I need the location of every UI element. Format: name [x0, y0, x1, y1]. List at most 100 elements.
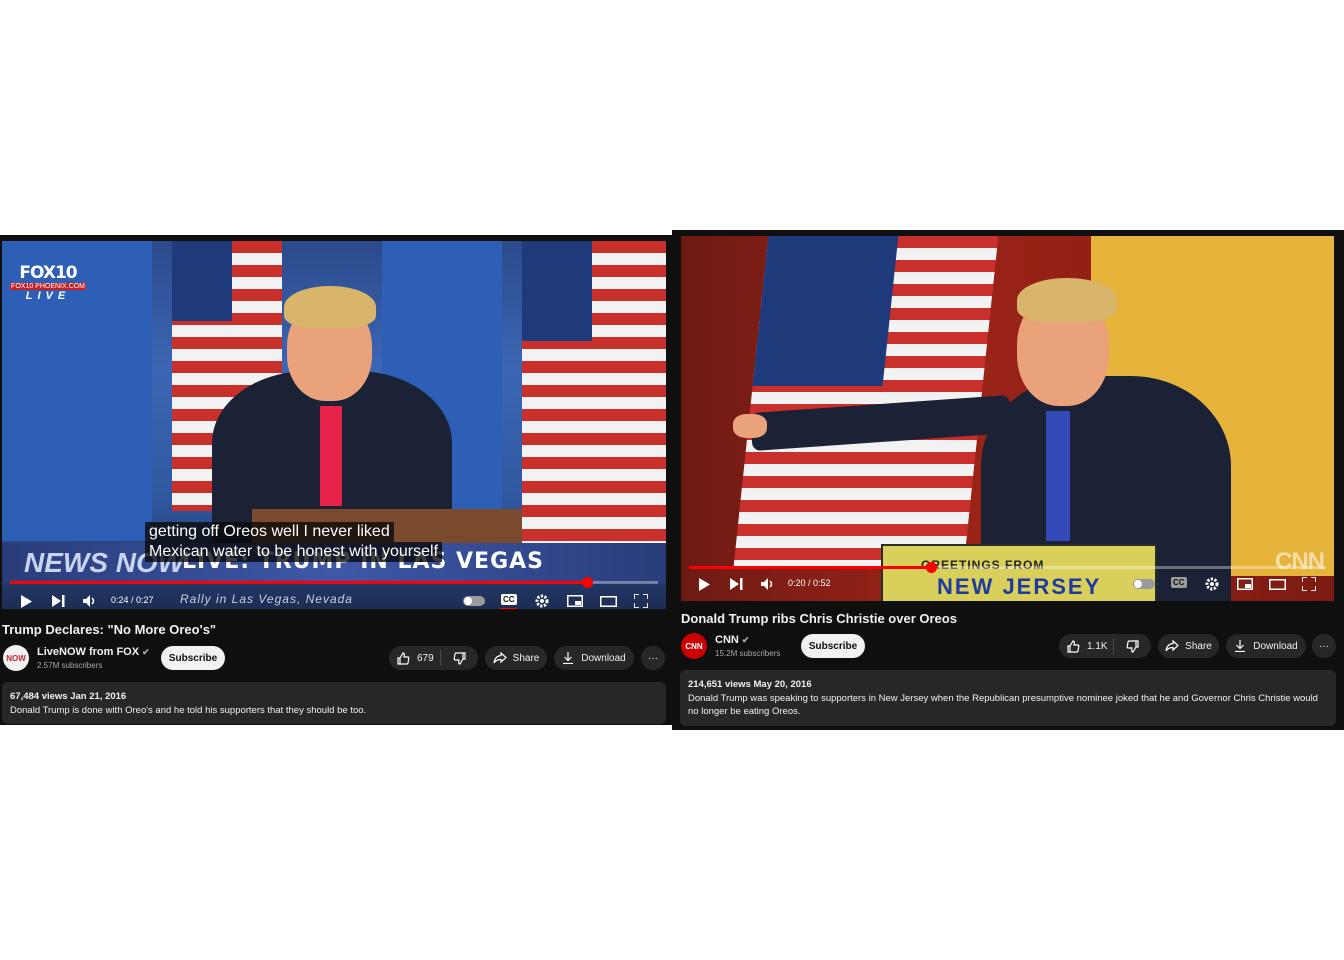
like-dislike-group: 1.1K: [1059, 634, 1151, 658]
station-logo-text: FOX10: [19, 263, 77, 283]
share-icon: [493, 652, 507, 664]
volume-button[interactable]: [758, 574, 778, 594]
channel-avatar[interactable]: NOW: [3, 645, 29, 671]
theater-mode-button[interactable]: [1267, 574, 1287, 594]
more-actions-button[interactable]: ···: [1312, 634, 1336, 658]
channel-name-text: LiveNOW from FOX: [37, 646, 140, 658]
video-player[interactable]: GREETINGS FROM NEW JERSEY CNN 0:20 / 0:5…: [681, 236, 1334, 601]
greetings-sign: GREETINGS FROM NEW JERSEY: [881, 544, 1157, 601]
download-icon: [563, 652, 574, 664]
channel-name-text: CNN: [715, 634, 739, 646]
gear-icon: [1205, 577, 1219, 591]
description-text: Donald Trump is done with Oreo's and he …: [10, 705, 367, 716]
progress-fill: [689, 566, 932, 569]
fullscreen-button[interactable]: [631, 591, 651, 609]
sign-main-text: NEW JERSEY: [937, 574, 1102, 599]
us-flag: [522, 241, 666, 551]
play-button[interactable]: [16, 591, 36, 609]
captions-button[interactable]: CC: [1171, 577, 1187, 588]
lower-third-subtitle: Rally in Las Vegas, Nevada: [180, 592, 353, 606]
like-button[interactable]: 1.1K: [1059, 639, 1113, 653]
subscribe-button[interactable]: Subscribe: [801, 634, 865, 658]
fullscreen-icon: [634, 594, 648, 608]
next-button[interactable]: [726, 574, 746, 594]
next-button[interactable]: [48, 591, 68, 609]
dislike-button[interactable]: [1114, 639, 1151, 653]
progress-bar[interactable]: [689, 562, 1326, 573]
sign-top-text: GREETINGS FROM: [921, 558, 1045, 572]
dislike-button[interactable]: [441, 651, 478, 665]
caption-line: Mexican water to be honest with yourself: [145, 542, 443, 562]
progress-scrubber[interactable]: [926, 562, 938, 573]
live-label: LIVE: [25, 290, 71, 302]
view-count-date: 67,484 views Jan 21, 2016: [10, 691, 127, 702]
miniplayer-button[interactable]: [565, 591, 585, 609]
next-icon: [729, 578, 742, 590]
thumbs-up-icon: [397, 651, 410, 665]
cnn-watermark: CNN: [1275, 548, 1325, 575]
channel-name[interactable]: CNN ✔: [715, 634, 749, 646]
avatar-text: CNN: [685, 641, 703, 651]
subscribe-button[interactable]: Subscribe: [161, 646, 225, 670]
like-count: 1.1K: [1087, 640, 1108, 652]
thumbs-down-icon: [453, 651, 466, 665]
miniplayer-icon: [567, 595, 583, 607]
speaker-hair: [1017, 278, 1117, 322]
volume-button[interactable]: [80, 591, 100, 609]
miniplayer-icon: [1237, 578, 1253, 590]
settings-button[interactable]: [532, 591, 552, 609]
pointing-hand: [733, 414, 767, 438]
subscriber-count: 15.2M subscribers: [715, 649, 781, 658]
red-tie: [320, 406, 342, 506]
channel-avatar[interactable]: CNN: [681, 633, 707, 659]
view-count-date: 214,651 views May 20, 2016: [688, 679, 812, 690]
description-box[interactable]: 67,484 views Jan 21, 2016 Donald Trump i…: [2, 682, 666, 724]
download-label: Download: [581, 652, 626, 664]
blue-tie: [1046, 411, 1070, 541]
time-display: 0:24 / 0:27: [111, 595, 154, 605]
description-box[interactable]: 214,651 views May 20, 2016 Donald Trump …: [680, 670, 1336, 726]
subscriber-count: 2.57M subscribers: [37, 661, 103, 670]
download-button[interactable]: Download: [554, 646, 634, 670]
more-actions-button[interactable]: ···: [641, 646, 665, 670]
thumbs-down-icon: [1126, 639, 1139, 653]
settings-button[interactable]: [1202, 574, 1222, 594]
video-title[interactable]: Donald Trump ribs Chris Christie over Or…: [681, 611, 957, 626]
volume-icon: [760, 578, 772, 590]
play-button[interactable]: [694, 574, 714, 594]
time-display: 0:20 / 0:52: [788, 578, 831, 588]
miniplayer-button[interactable]: [1235, 574, 1255, 594]
like-count: 679: [417, 652, 434, 664]
autoplay-toggle[interactable]: [463, 596, 485, 606]
download-button[interactable]: Download: [1226, 634, 1306, 658]
captions-active-indicator: [500, 608, 517, 609]
like-button[interactable]: 679: [389, 651, 440, 665]
fullscreen-button[interactable]: [1299, 574, 1319, 594]
channel-name[interactable]: LiveNOW from FOX ✔: [37, 646, 150, 658]
progress-bar[interactable]: [10, 577, 658, 588]
next-icon: [51, 595, 64, 607]
captions-button[interactable]: CC: [501, 594, 517, 605]
like-dislike-group: 679: [389, 646, 478, 670]
closed-caption: getting off Oreos well I never liked Mex…: [145, 522, 443, 562]
theater-icon: [1268, 578, 1286, 590]
progress-scrubber[interactable]: [581, 577, 593, 588]
play-icon: [699, 577, 710, 591]
theater-mode-button[interactable]: [598, 591, 618, 609]
video-title[interactable]: Trump Declares: "No More Oreo's": [2, 622, 216, 637]
verified-icon: ✔: [142, 647, 150, 657]
gear-icon: [535, 594, 549, 608]
progress-fill: [10, 581, 587, 584]
more-icon: ···: [648, 652, 658, 664]
video-player[interactable]: FOX10 FOX10 PHOENIX.COM LIVE NEWS NOW LI…: [2, 241, 666, 609]
share-button[interactable]: Share: [1158, 634, 1219, 658]
right-video-page: GREETINGS FROM NEW JERSEY CNN 0:20 / 0:5…: [672, 230, 1344, 730]
volume-icon: [82, 595, 94, 607]
theater-icon: [599, 595, 617, 607]
description-text: Donald Trump was speaking to supporters …: [688, 693, 1318, 717]
share-label: Share: [512, 652, 540, 664]
share-button[interactable]: Share: [485, 646, 547, 670]
autoplay-toggle[interactable]: [1133, 579, 1155, 589]
caption-line: getting off Oreos well I never liked: [145, 522, 394, 542]
avatar-text: NOW: [6, 653, 26, 663]
